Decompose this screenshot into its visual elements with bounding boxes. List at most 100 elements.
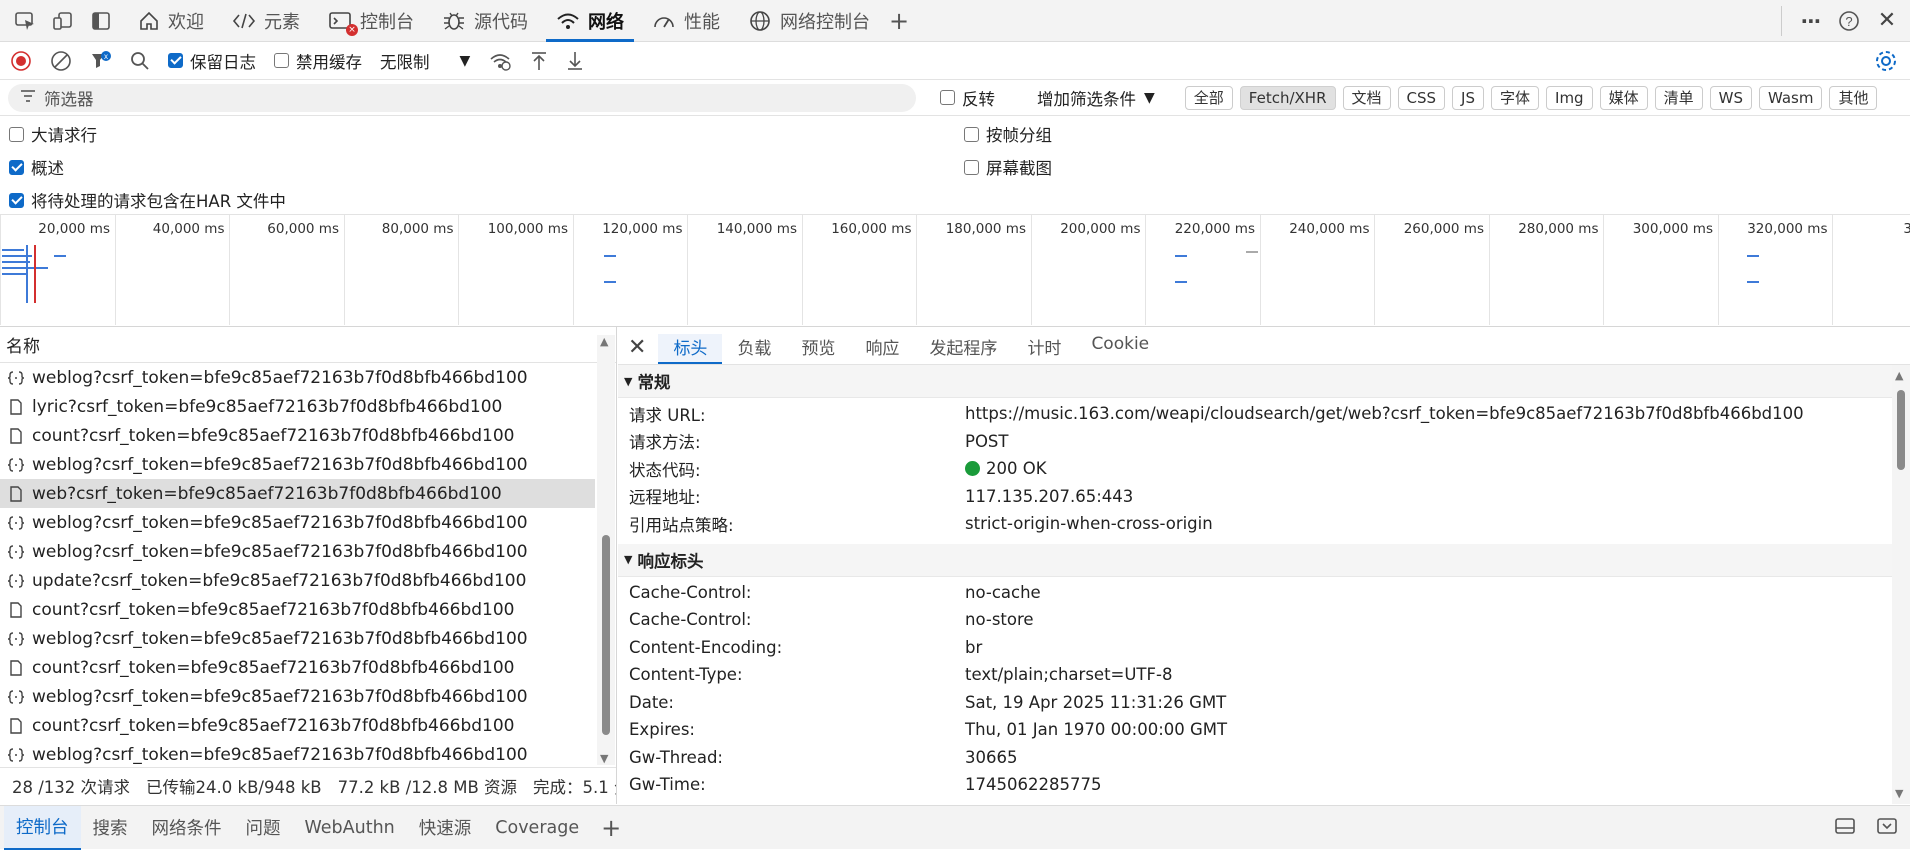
request-row[interactable]: weblog?csrf_token=bfe9c85aef72163b7f0d8b… [0, 508, 595, 537]
tab-gauge[interactable]: 性能 [638, 0, 734, 42]
request-row[interactable]: lyric?csrf_token=bfe9c85aef72163b7f0d8bf… [0, 392, 595, 421]
header-value[interactable]: strict-origin-when-cross-origin [965, 514, 1213, 533]
header-value[interactable]: text/plain;charset=UTF-8 [965, 665, 1172, 684]
header-value[interactable]: POST [965, 432, 1009, 451]
request-row[interactable]: count?csrf_token=bfe9c85aef72163b7f0d8bf… [0, 653, 595, 682]
name-column-header[interactable]: 名称 [0, 327, 616, 363]
drawer-tab[interactable]: 网络条件 [140, 806, 234, 850]
add-drawer-tab-icon[interactable]: + [601, 814, 621, 842]
request-row[interactable]: weblog?csrf_token=bfe9c85aef72163b7f0d8b… [0, 682, 595, 711]
filter-type-chip[interactable]: Fetch/XHR [1240, 86, 1336, 110]
filter-type-chip[interactable]: 文档 [1343, 86, 1391, 110]
general-section-header[interactable]: ▼常规 [618, 365, 1910, 398]
filter-type-chip[interactable]: Img [1546, 86, 1593, 110]
detail-tab[interactable]: 负载 [722, 334, 786, 364]
overview-checkbox[interactable]: 概述 [9, 155, 64, 179]
request-row[interactable]: update?csrf_token=bfe9c85aef72163b7f0d8b… [0, 566, 595, 595]
request-list-scrollbar[interactable]: ▲ ▼ [597, 335, 615, 765]
header-value[interactable]: https://music.163.com/weapi/cloudsearch/… [965, 404, 1804, 423]
clear-icon[interactable] [50, 50, 72, 72]
detail-tab[interactable]: 发起程序 [914, 334, 1012, 364]
settings-gear-icon[interactable] [1874, 49, 1898, 73]
drawer-tab[interactable]: WebAuthn [293, 806, 407, 850]
dock-drawer-icon[interactable] [1834, 816, 1856, 840]
preserve-log-checkbox[interactable]: 保留日志 [168, 49, 256, 73]
header-value[interactable]: no-cache [965, 583, 1041, 602]
screenshots-checkbox[interactable]: 屏幕截图 [964, 155, 1052, 179]
detail-tab[interactable]: 标头 [658, 334, 722, 364]
record-icon[interactable] [10, 50, 32, 72]
header-value[interactable]: br [965, 638, 982, 657]
header-value[interactable]: 200 OK [986, 459, 1047, 478]
big-rows-checkbox[interactable]: 大请求行 [9, 122, 97, 146]
help-icon[interactable]: ? [1834, 6, 1864, 36]
filter-input[interactable]: 筛选器 [8, 84, 916, 112]
network-conditions-icon[interactable] [488, 50, 512, 72]
scroll-down-icon[interactable]: ▼ [600, 752, 608, 765]
drawer-tab[interactable]: 控制台 [4, 806, 81, 850]
group-by-frame-checkbox[interactable]: 按帧分组 [964, 122, 1052, 146]
tab-code[interactable]: 元素 [218, 0, 314, 42]
drawer-tab[interactable]: Coverage [483, 806, 591, 850]
detail-tab[interactable]: Cookie [1076, 334, 1164, 364]
drawer-tab[interactable]: 快速源 [407, 806, 484, 850]
add-tab-icon[interactable]: + [884, 6, 914, 36]
tab-console[interactable]: ×控制台 [314, 0, 428, 42]
scroll-thumb[interactable] [602, 535, 610, 735]
include-har-checkbox[interactable]: 将待处理的请求包含在HAR 文件中 [9, 188, 286, 212]
request-row[interactable]: weblog?csrf_token=bfe9c85aef72163b7f0d8b… [0, 624, 595, 653]
header-value[interactable]: 1745062285775 [965, 775, 1101, 794]
dock-sidebar-icon[interactable] [86, 6, 116, 36]
close-detail-icon[interactable]: ✕ [628, 335, 646, 364]
filter-toggle-icon[interactable]: x [90, 50, 112, 72]
inspect-element-icon[interactable] [10, 6, 40, 36]
import-har-icon[interactable] [530, 50, 548, 72]
header-value[interactable]: Thu, 01 Jan 1970 00:00:00 GMT [965, 720, 1227, 739]
filter-type-chip[interactable]: 清单 [1655, 86, 1703, 110]
header-value[interactable]: no-store [965, 610, 1034, 629]
request-row[interactable]: weblog?csrf_token=bfe9c85aef72163b7f0d8b… [0, 450, 595, 479]
more-filters-dropdown[interactable]: 增加筛选条件▼ [1037, 86, 1155, 110]
request-row[interactable]: count?csrf_token=bfe9c85aef72163b7f0d8bf… [0, 421, 595, 450]
drawer-tab[interactable]: 问题 [234, 806, 293, 850]
request-row[interactable]: count?csrf_token=bfe9c85aef72163b7f0d8bf… [0, 595, 595, 624]
filter-type-chip[interactable]: 字体 [1491, 86, 1539, 110]
filter-type-chip[interactable]: 全部 [1185, 86, 1233, 110]
scroll-up-icon[interactable]: ▲ [1895, 369, 1903, 382]
tab-home[interactable]: 欢迎 [124, 0, 218, 42]
filter-type-chip[interactable]: 媒体 [1600, 86, 1648, 110]
disable-cache-checkbox[interactable]: 禁用缓存 [274, 49, 362, 73]
header-value[interactable]: 30665 [965, 748, 1018, 767]
close-drawer-icon[interactable] [1876, 816, 1898, 840]
filter-type-chip[interactable]: WS [1710, 86, 1752, 110]
close-devtools-icon[interactable]: ✕ [1872, 6, 1902, 36]
request-row[interactable]: weblog?csrf_token=bfe9c85aef72163b7f0d8b… [0, 740, 595, 769]
scroll-down-icon[interactable]: ▼ [1895, 787, 1903, 800]
detail-tab[interactable]: 响应 [850, 334, 914, 364]
detail-tab[interactable]: 预览 [786, 334, 850, 364]
filter-type-chip[interactable]: Wasm [1759, 86, 1823, 110]
header-value[interactable]: Sat, 19 Apr 2025 11:31:26 GMT [965, 693, 1226, 712]
detail-tab[interactable]: 计时 [1012, 334, 1076, 364]
header-value[interactable]: 117.135.207.65:443 [965, 487, 1133, 506]
timeline-overview[interactable]: 20,000 ms40,000 ms60,000 ms80,000 ms100,… [0, 215, 1910, 327]
filter-type-chip[interactable]: CSS [1398, 86, 1446, 110]
tab-globe[interactable]: 网络控制台 [734, 0, 884, 42]
search-icon[interactable] [130, 51, 150, 71]
tab-wifi[interactable]: 网络 [542, 0, 638, 42]
request-row[interactable]: weblog?csrf_token=bfe9c85aef72163b7f0d8b… [0, 537, 595, 566]
scroll-up-icon[interactable]: ▲ [600, 335, 608, 348]
device-emulation-icon[interactable] [48, 6, 78, 36]
request-row[interactable]: web?csrf_token=bfe9c85aef72163b7f0d8bfb4… [0, 479, 595, 508]
throttle-select[interactable]: 无限制▼ [380, 49, 470, 73]
tab-bug[interactable]: 源代码 [428, 0, 542, 42]
drawer-tab[interactable]: 搜索 [81, 806, 140, 850]
scroll-thumb[interactable] [1897, 390, 1905, 470]
filter-type-chip[interactable]: JS [1452, 86, 1484, 110]
export-har-icon[interactable] [566, 50, 584, 72]
detail-scrollbar[interactable]: ▲ ▼ [1892, 365, 1910, 804]
request-row[interactable]: count?csrf_token=bfe9c85aef72163b7f0d8bf… [0, 711, 595, 740]
invert-checkbox[interactable]: 反转 [940, 86, 995, 110]
response-headers-section-header[interactable]: ▼响应标头 [618, 544, 1910, 577]
more-options-icon[interactable]: ⋯ [1796, 6, 1826, 36]
